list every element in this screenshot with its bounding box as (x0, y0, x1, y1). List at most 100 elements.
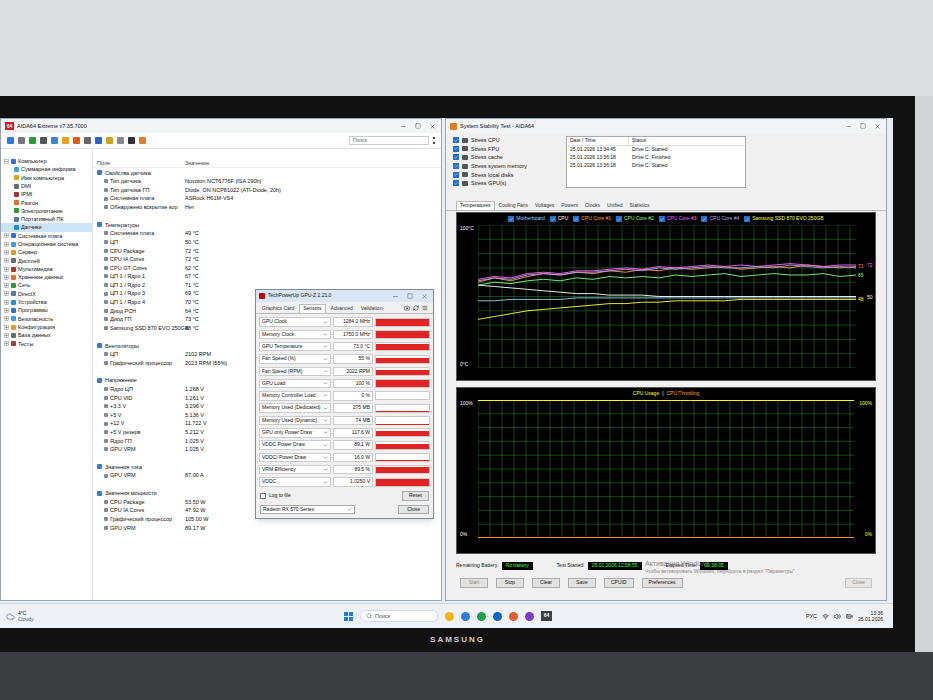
maximize-icon[interactable] (860, 123, 866, 129)
legend-item[interactable]: CPU Core #4 (701, 215, 739, 223)
legend-item[interactable]: Motherboard (508, 215, 544, 223)
expand-icon[interactable] (4, 333, 9, 338)
weather-widget[interactable]: 4°CCloudy (6, 610, 66, 622)
expand-icon[interactable] (4, 291, 9, 296)
minimize-icon[interactable] (845, 123, 852, 130)
stress-option[interactable]: Stress cache (453, 153, 556, 162)
tree-item[interactable]: DirectX (1, 290, 92, 298)
tree-item[interactable]: Операционная система (1, 240, 92, 248)
table-row[interactable]: 25.01.2026 13:34:45Drive C: Started (567, 146, 745, 154)
app-icon[interactable] (445, 612, 454, 621)
wifi-icon[interactable] (822, 613, 829, 620)
tree-item[interactable]: Разгон (1, 198, 92, 206)
language-indicator[interactable]: РУС (806, 612, 817, 620)
expand-icon[interactable] (4, 267, 9, 272)
tree-item[interactable]: Конфигурация (1, 323, 92, 331)
maximize-icon[interactable] (407, 293, 413, 299)
tab[interactable]: Graphics Card (259, 304, 297, 313)
legend-checkbox[interactable] (701, 216, 707, 222)
sensor-label[interactable]: GPU Temperature (259, 342, 331, 352)
maximize-icon[interactable] (415, 123, 421, 129)
legend-item[interactable]: CPU Core #3 (659, 215, 697, 223)
tab[interactable]: Validation (358, 304, 386, 313)
tree-item[interactable]: База данных (1, 331, 92, 339)
aida-taskbar-icon[interactable]: 64 (541, 611, 552, 621)
sensor-label[interactable]: Fan Speed (RPM) (259, 367, 331, 377)
tree-item[interactable]: Безопасность (1, 315, 92, 323)
sensor-label[interactable]: VDDC (259, 477, 331, 487)
tab[interactable]: Unified (604, 201, 626, 210)
app-icon[interactable] (509, 612, 518, 621)
stress-checkbox[interactable] (453, 163, 459, 169)
close-icon[interactable] (874, 123, 881, 130)
stress-checkbox[interactable] (453, 172, 459, 178)
clock[interactable]: 13:3625.01.2026 (858, 610, 883, 622)
toolbar-icon[interactable] (51, 137, 58, 144)
tab[interactable]: Cooling Fans (496, 201, 531, 210)
sensor-label[interactable]: GPU Load (259, 379, 331, 389)
legend-checkbox[interactable] (550, 216, 556, 222)
app-icon[interactable] (477, 612, 486, 621)
tree-item[interactable]: IPMI (1, 190, 92, 198)
legend-item[interactable]: CPU Core #1 (573, 215, 611, 223)
expand-icon[interactable] (4, 258, 9, 263)
legend-checkbox[interactable] (508, 216, 514, 222)
tree-item[interactable]: Электропитание (1, 207, 92, 215)
tree-item[interactable]: Сервер (1, 248, 92, 256)
toolbar-icon[interactable] (117, 137, 124, 144)
tree-item[interactable]: Дисплей (1, 257, 92, 265)
close-icon[interactable] (421, 293, 428, 300)
tree-item[interactable]: Системная плата (1, 232, 92, 240)
table-row[interactable]: 25.01.2026 13:36:18Drive C: Finished (567, 154, 745, 162)
screenshot-icon[interactable] (404, 305, 410, 311)
action-button[interactable]: Preferences (642, 578, 683, 588)
sensor-label[interactable]: VRM Efficiency (259, 465, 331, 475)
sensor-label[interactable]: VDDCI Power Draw (259, 453, 331, 463)
taskbar-search[interactable]: Поиск (360, 610, 438, 622)
toolbar-icon[interactable] (95, 137, 102, 144)
windows-start-icon[interactable] (344, 612, 353, 621)
expand-icon[interactable] (4, 233, 9, 238)
log-checkbox[interactable] (260, 493, 266, 499)
minimize-icon[interactable] (392, 293, 399, 300)
tab[interactable]: Voltages (532, 201, 557, 210)
toolbar-icon[interactable] (128, 137, 135, 144)
app-icon[interactable] (461, 612, 470, 621)
tab[interactable]: Temperatures (456, 201, 495, 210)
tab[interactable]: Sensors (299, 304, 325, 313)
expand-icon[interactable] (4, 275, 9, 280)
legend-item[interactable]: Samsung SSD 870 EVO 250GB (744, 215, 823, 223)
legend-checkbox[interactable] (616, 216, 622, 222)
stress-option[interactable]: Stress local disks (453, 170, 556, 179)
toolbar-icon[interactable] (7, 137, 14, 144)
tree-item[interactable]: Тесты (1, 340, 92, 348)
tree-item[interactable]: DMI (1, 182, 92, 190)
toolbar-icon[interactable] (29, 137, 36, 144)
sensor-label[interactable]: VDDC Power Draw (259, 440, 331, 450)
volume-icon[interactable] (834, 613, 841, 620)
battery-icon[interactable] (846, 613, 853, 620)
expand-icon[interactable] (4, 308, 9, 313)
expand-icon[interactable] (4, 283, 9, 288)
action-button[interactable]: Clear (532, 578, 560, 588)
action-button[interactable]: CPUID (604, 578, 634, 588)
expand-icon[interactable] (4, 242, 9, 247)
legend-checkbox[interactable] (659, 216, 665, 222)
sensor-label[interactable]: Memory Used (Dynamic) (259, 416, 331, 426)
tree-item[interactable]: Имя компьютера (1, 174, 92, 182)
sensor-label[interactable]: Memory Clock (259, 330, 331, 340)
device-select[interactable]: Radeon RX 570 Series (260, 505, 355, 515)
close-button[interactable]: Close (845, 578, 872, 588)
stress-option[interactable]: Stress FPU (453, 145, 556, 154)
expand-icon[interactable] (4, 325, 9, 330)
stress-checkbox[interactable] (453, 137, 459, 143)
close-icon[interactable] (429, 123, 436, 130)
tree-item[interactable]: Программы (1, 306, 92, 314)
toolbar-icon[interactable] (73, 137, 80, 144)
tree-item[interactable]: Портативный ПК (1, 215, 92, 223)
legend-checkbox[interactable] (744, 216, 750, 222)
stress-checkbox[interactable] (453, 146, 459, 152)
stress-option[interactable]: Stress GPU(s) (453, 179, 556, 188)
sensor-label[interactable]: Fan Speed (%) (259, 354, 331, 364)
toolbar-icon[interactable] (40, 137, 47, 144)
